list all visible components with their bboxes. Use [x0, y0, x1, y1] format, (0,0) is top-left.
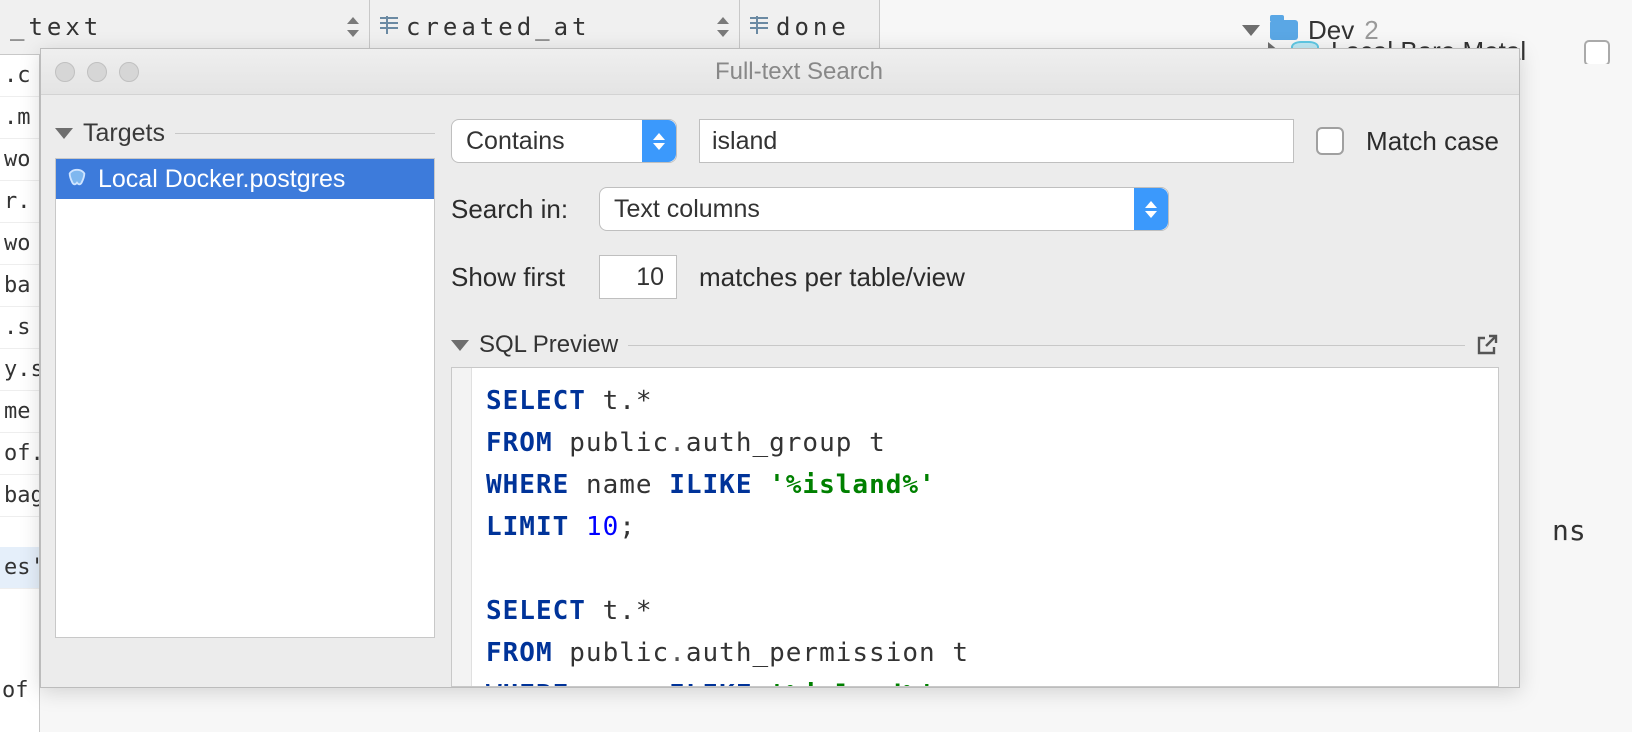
divider — [175, 133, 435, 134]
input-value: island — [712, 127, 777, 156]
column-label: done — [776, 13, 850, 41]
target-item-label: Local Docker.postgres — [98, 165, 345, 194]
column-type-icon — [380, 18, 398, 36]
sort-updown-icon[interactable] — [345, 17, 359, 37]
zoom-icon[interactable] — [119, 62, 139, 82]
close-icon[interactable] — [55, 62, 75, 82]
open-external-icon[interactable] — [1475, 333, 1499, 357]
input-value: 10 — [636, 263, 664, 292]
cell-fragment: wo — [0, 223, 39, 265]
dialog-title: Full-text Search — [139, 58, 1519, 86]
search-in-select[interactable]: Text columns — [599, 187, 1169, 231]
cell-fragment: me — [0, 391, 39, 433]
divider — [628, 345, 1465, 346]
fulltext-search-dialog: Full-text Search Targets Local Docker.po… — [40, 48, 1520, 688]
select-value: Contains — [466, 127, 565, 156]
cell-fragment: y.s — [0, 349, 39, 391]
postgres-icon — [66, 168, 88, 190]
chevron-down-icon[interactable] — [55, 128, 73, 139]
chevron-down-icon[interactable] — [451, 340, 469, 351]
chevron-down-icon[interactable] — [1242, 25, 1260, 36]
cell-fragment: wo — [0, 139, 39, 181]
cell-fragment: .c — [0, 55, 39, 97]
target-item-local-docker[interactable]: Local Docker.postgres — [56, 159, 434, 199]
column-headers: _text created_at done — [0, 0, 880, 55]
targets-label: Targets — [83, 119, 165, 148]
search-pane: Contains island Match case Search in: Te… — [451, 119, 1499, 687]
matches-per-label: matches per table/view — [699, 262, 965, 293]
column-label: _text — [10, 13, 102, 41]
minimize-icon[interactable] — [87, 62, 107, 82]
cell-fragment-selected: es' — [0, 547, 39, 589]
column-label: created_at — [406, 13, 591, 41]
cell-fragment: of — [0, 670, 40, 712]
cell-fragment: .s — [0, 307, 39, 349]
right-strip: ns — [1512, 64, 1632, 732]
dropdown-icon[interactable] — [642, 120, 676, 162]
sort-updown-icon[interactable] — [715, 17, 729, 37]
select-value: Text columns — [614, 195, 760, 224]
text-fragment: ns — [1552, 514, 1586, 547]
sql-preview: SELECT t.* FROM public.auth_group t WHER… — [451, 367, 1499, 687]
search-query-input[interactable]: island — [699, 119, 1294, 163]
column-type-icon — [750, 18, 768, 36]
tree-checkbox[interactable] — [1584, 40, 1610, 66]
cell-fragment: r. — [0, 181, 39, 223]
titlebar: Full-text Search — [41, 49, 1519, 95]
search-in-label: Search in: — [451, 194, 577, 225]
cell-fragment: .m — [0, 97, 39, 139]
column-header-done[interactable]: done — [740, 0, 880, 54]
sql-preview-label: SQL Preview — [479, 331, 618, 359]
sql-code[interactable]: SELECT t.* FROM public.auth_group t WHER… — [472, 368, 1498, 686]
row-gutter: .c .m wo r. wo ba .s y.s me of. bag es' … — [0, 55, 40, 732]
match-mode-select[interactable]: Contains — [451, 119, 677, 163]
show-first-label: Show first — [451, 262, 577, 293]
column-header-text[interactable]: _text — [0, 0, 370, 54]
match-case-label: Match case — [1366, 126, 1499, 157]
cell-fragment: ba — [0, 265, 39, 307]
dropdown-icon[interactable] — [1134, 188, 1168, 230]
targets-list[interactable]: Local Docker.postgres — [55, 158, 435, 638]
editor-gutter — [452, 368, 472, 686]
show-first-input[interactable]: 10 — [599, 255, 677, 299]
cell-fragment: bag — [0, 475, 39, 517]
window-controls — [55, 62, 139, 82]
cell-fragment: of. — [0, 433, 39, 475]
match-case-checkbox[interactable] — [1316, 127, 1344, 155]
column-header-created-at[interactable]: created_at — [370, 0, 740, 54]
targets-pane: Targets Local Docker.postgres — [55, 119, 451, 687]
